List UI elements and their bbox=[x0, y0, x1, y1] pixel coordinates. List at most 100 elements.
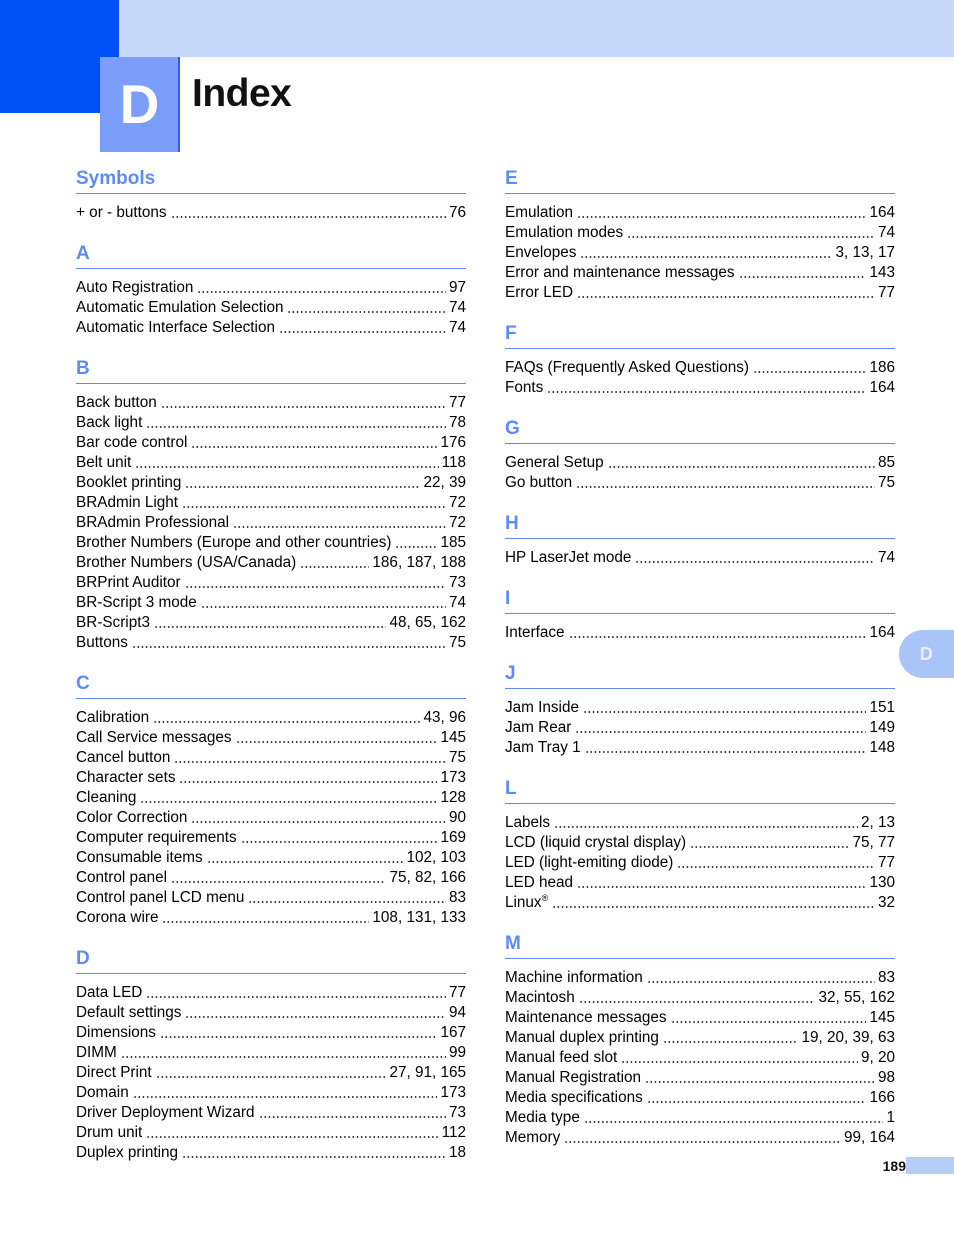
dot-leader bbox=[131, 638, 446, 649]
index-entry-pages: 145 bbox=[440, 729, 466, 746]
index-section-rule bbox=[76, 268, 466, 269]
dot-leader bbox=[146, 418, 446, 429]
index-entry[interactable]: LCD (liquid crystal display) 75, 77 bbox=[505, 833, 895, 853]
index-entry[interactable]: Duplex printing 18 bbox=[76, 1143, 466, 1163]
index-entry-title: BR-Script3 bbox=[76, 614, 150, 631]
index-entry[interactable]: Emulation modes 74 bbox=[505, 223, 895, 243]
index-entry-pages: 83 bbox=[448, 889, 466, 906]
index-entry[interactable]: Jam Tray 1 148 bbox=[505, 738, 895, 758]
index-entry[interactable]: Call Service messages 145 bbox=[76, 728, 466, 748]
index-entry[interactable]: Data LED 77 bbox=[76, 983, 466, 1003]
index-entry[interactable]: Error LED 77 bbox=[505, 283, 895, 303]
index-entry-title: BRAdmin Professional bbox=[76, 514, 230, 531]
index-entry-title: Media type bbox=[505, 1109, 580, 1126]
index-entry-pages: 97 bbox=[448, 279, 466, 296]
index-entry[interactable]: Control panel 75, 82, 166 bbox=[76, 868, 466, 888]
dot-leader bbox=[580, 248, 833, 259]
index-entry[interactable]: Cancel button 75 bbox=[76, 748, 466, 768]
index-entry-title: Drum unit bbox=[76, 1124, 143, 1141]
index-entry[interactable]: Labels 2, 13 bbox=[505, 813, 895, 833]
index-entry[interactable]: Consumable items 102, 103 bbox=[76, 848, 466, 868]
index-entry[interactable]: DIMM 99 bbox=[76, 1043, 466, 1063]
index-entry-title: Color Correction bbox=[76, 809, 188, 826]
index-entry[interactable]: Brother Numbers (Europe and other countr… bbox=[76, 533, 466, 553]
index-entry[interactable]: Jam Inside 151 bbox=[505, 698, 895, 718]
index-entry[interactable]: Maintenance messages 145 bbox=[505, 1008, 895, 1028]
index-section-letter: J bbox=[505, 663, 516, 684]
index-entry[interactable]: Manual feed slot 9, 20 bbox=[505, 1048, 895, 1068]
index-entry[interactable]: Calibration 43, 96 bbox=[76, 708, 466, 728]
index-entry[interactable]: Error and maintenance messages 143 bbox=[505, 263, 895, 283]
index-entry[interactable]: Buttons 75 bbox=[76, 633, 466, 653]
index-entry-pages: 48, 65, 162 bbox=[389, 614, 466, 631]
index-entry[interactable]: General Setup 85 bbox=[505, 453, 895, 473]
index-entry[interactable]: Direct Print 27, 91, 165 bbox=[76, 1063, 466, 1083]
index-section-letter: D bbox=[76, 948, 90, 969]
index-entry[interactable]: Go button 75 bbox=[505, 473, 895, 493]
index-entry-title: Cleaning bbox=[76, 789, 137, 806]
index-entry-title: Media specifications bbox=[505, 1089, 643, 1106]
index-entry[interactable]: BRPrint Auditor 73 bbox=[76, 573, 466, 593]
index-entry[interactable]: Back light 78 bbox=[76, 413, 466, 433]
index-entry[interactable]: Macintosh 32, 55, 162 bbox=[505, 988, 895, 1008]
index-entry[interactable]: Automatic Interface Selection 74 bbox=[76, 318, 466, 338]
index-entry-pages: 77 bbox=[448, 394, 466, 411]
index-entry-title: LED head bbox=[505, 874, 574, 891]
index-entry[interactable]: Jam Rear 149 bbox=[505, 718, 895, 738]
index-entry-pages: 151 bbox=[869, 699, 895, 716]
index-entry[interactable]: Booklet printing 22, 39 bbox=[76, 473, 466, 493]
index-entry-pages: 75, 77 bbox=[852, 834, 895, 851]
index-entry[interactable]: Corona wire 108, 131, 133 bbox=[76, 908, 466, 928]
index-entry[interactable]: Interface 164 bbox=[505, 623, 895, 643]
index-entry[interactable]: Computer requirements 169 bbox=[76, 828, 466, 848]
index-entry[interactable]: Cleaning 128 bbox=[76, 788, 466, 808]
index-section: C Calibration 43, 96 Call Service messages 1… bbox=[76, 673, 466, 928]
index-entry[interactable]: Drum unit 112 bbox=[76, 1123, 466, 1143]
index-entry[interactable]: Linux® 32 bbox=[505, 893, 895, 913]
index-entry[interactable]: Back button 77 bbox=[76, 393, 466, 413]
index-entry[interactable]: Domain 173 bbox=[76, 1083, 466, 1103]
index-entry[interactable]: HP LaserJet mode 74 bbox=[505, 548, 895, 568]
index-entry[interactable]: Memory 99, 164 bbox=[505, 1128, 895, 1148]
index-entry[interactable]: Fonts 164 bbox=[505, 378, 895, 398]
index-entry[interactable]: Control panel LCD menu 83 bbox=[76, 888, 466, 908]
index-entry[interactable]: LED (light-emiting diode) 77 bbox=[505, 853, 895, 873]
index-entry-title: Emulation modes bbox=[505, 224, 624, 241]
index-entry[interactable]: Machine information 83 bbox=[505, 968, 895, 988]
index-entry-pages: 176 bbox=[440, 434, 466, 451]
index-entry[interactable]: Automatic Emulation Selection 74 bbox=[76, 298, 466, 318]
index-entry[interactable]: Driver Deployment Wizard 73 bbox=[76, 1103, 466, 1123]
index-entry[interactable]: Color Correction 90 bbox=[76, 808, 466, 828]
index-entry[interactable]: BRAdmin Professional 72 bbox=[76, 513, 466, 533]
index-entry-pages: 18 bbox=[448, 1144, 466, 1161]
index-entry[interactable]: Media type 1 bbox=[505, 1108, 895, 1128]
index-section: I Interface 164 bbox=[505, 588, 895, 643]
index-entry[interactable]: Auto Registration 97 bbox=[76, 278, 466, 298]
index-entry-pages: 74 bbox=[448, 594, 466, 611]
index-entry[interactable]: Media specifications 166 bbox=[505, 1088, 895, 1108]
index-entry[interactable]: LED head 130 bbox=[505, 873, 895, 893]
dot-leader bbox=[547, 383, 867, 394]
index-entry[interactable]: Brother Numbers (USA/Canada) 186, 187, 18… bbox=[76, 553, 466, 573]
index-entry-title: Direct Print bbox=[76, 1064, 152, 1081]
index-section-letter: C bbox=[76, 673, 90, 694]
index-entry[interactable]: Bar code control 176 bbox=[76, 433, 466, 453]
index-entry[interactable]: Envelopes 3, 13, 17 bbox=[505, 243, 895, 263]
index-entry[interactable]: Manual duplex printing 19, 20, 39, 63 bbox=[505, 1028, 895, 1048]
index-entry[interactable]: Emulation 164 bbox=[505, 203, 895, 223]
index-entry[interactable]: BRAdmin Light 72 bbox=[76, 493, 466, 513]
index-entry[interactable]: Default settings 94 bbox=[76, 1003, 466, 1023]
index-entry[interactable]: Dimensions 167 bbox=[76, 1023, 466, 1043]
index-entry[interactable]: Belt unit 118 bbox=[76, 453, 466, 473]
index-entry[interactable]: Manual Registration 98 bbox=[505, 1068, 895, 1088]
index-entry[interactable]: BR-Script 3 mode 74 bbox=[76, 593, 466, 613]
index-entry[interactable]: + or - buttons 76 bbox=[76, 203, 466, 223]
dot-leader bbox=[583, 1113, 884, 1124]
dot-leader bbox=[153, 713, 421, 724]
index-entry-pages: 99, 164 bbox=[843, 1129, 895, 1146]
index-entry-pages: 108, 131, 133 bbox=[372, 909, 466, 926]
index-entry-title: Dimensions bbox=[76, 1024, 156, 1041]
index-entry[interactable]: FAQs (Frequently Asked Questions) 186 bbox=[505, 358, 895, 378]
index-entry[interactable]: BR-Script3 48, 65, 162 bbox=[76, 613, 466, 633]
index-entry[interactable]: Character sets 173 bbox=[76, 768, 466, 788]
